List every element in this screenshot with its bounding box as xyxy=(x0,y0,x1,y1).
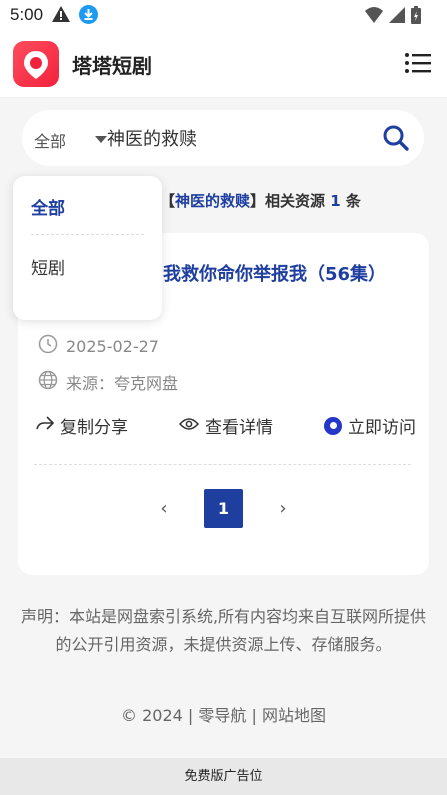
status-time: 5:00 xyxy=(10,5,44,24)
share-label: 复制分享 xyxy=(60,418,128,438)
scope-dropdown: 全部 短剧 xyxy=(13,176,162,320)
result-date-row: 2025-02-27 xyxy=(38,334,159,358)
summary-suffix: 条 xyxy=(340,192,361,210)
ad-banner[interactable]: 免费版广告位 xyxy=(0,758,447,795)
summary-prefix: 【 xyxy=(160,192,176,210)
detail-button[interactable]: 查看详情 xyxy=(178,413,273,438)
menu-icon[interactable] xyxy=(405,51,431,75)
dropdown-option-all[interactable]: 全部 xyxy=(31,194,65,219)
status-bar: 5:00 xyxy=(0,0,447,32)
visit-label: 立即访问 xyxy=(348,418,416,438)
summary-middle: 】相关资源 xyxy=(250,192,331,210)
prev-page-button[interactable]: ‹ xyxy=(154,498,174,519)
dropdown-divider xyxy=(31,234,144,235)
quark-icon xyxy=(324,416,342,435)
globe-icon xyxy=(38,370,58,394)
summary-count: 1 xyxy=(330,192,341,210)
wifi-icon xyxy=(365,7,383,27)
detail-label: 查看详情 xyxy=(205,418,273,438)
warning-icon xyxy=(52,6,70,26)
dropdown-option-short-drama[interactable]: 短剧 xyxy=(31,254,65,279)
site-header: 塔塔短剧 xyxy=(0,32,447,98)
next-page-button[interactable]: › xyxy=(273,498,293,519)
result-actions: 复制分享 查看详情 立即访问 xyxy=(36,413,416,438)
download-icon xyxy=(79,5,98,24)
share-button[interactable]: 复制分享 xyxy=(36,413,128,438)
share-icon xyxy=(36,415,54,436)
result-title[interactable]: 我救你命你举报我（56集） xyxy=(163,260,386,286)
disclaimer: 声明：本站是网盘索引系统,所有内容均来自互联网所提供的公开引用资源，未提供资源上… xyxy=(20,607,427,654)
clock-icon xyxy=(38,334,58,358)
result-source: 来源：夸克网盘 xyxy=(66,374,179,393)
card-divider xyxy=(34,464,411,465)
map-pin-logo[interactable] xyxy=(13,41,59,87)
page-number-current[interactable]: 1 xyxy=(204,489,243,528)
visit-button[interactable]: 立即访问 xyxy=(324,413,416,438)
result-date: 2025-02-27 xyxy=(66,336,159,356)
battery-icon xyxy=(411,6,421,28)
result-summary: 【神医的救赎】相关资源 1 条 xyxy=(160,190,361,211)
summary-keyword: 神医的救赎 xyxy=(175,192,251,210)
caret-down-icon[interactable] xyxy=(95,136,107,143)
pagination: ‹ 1 › xyxy=(18,489,429,528)
search-input[interactable] xyxy=(107,120,377,156)
signal-icon xyxy=(389,7,405,27)
search-scope-select[interactable]: 全部 xyxy=(34,128,66,152)
copyright: © 2024 | 零导航 | 网站地图 xyxy=(121,706,326,725)
result-source-row: 来源：夸克网盘 xyxy=(38,370,178,394)
status-icons xyxy=(365,6,421,28)
site-title[interactable]: 塔塔短剧 xyxy=(72,50,152,79)
search-bar: 全部 xyxy=(22,110,424,166)
search-icon[interactable] xyxy=(382,124,410,152)
eye-icon xyxy=(178,416,200,436)
